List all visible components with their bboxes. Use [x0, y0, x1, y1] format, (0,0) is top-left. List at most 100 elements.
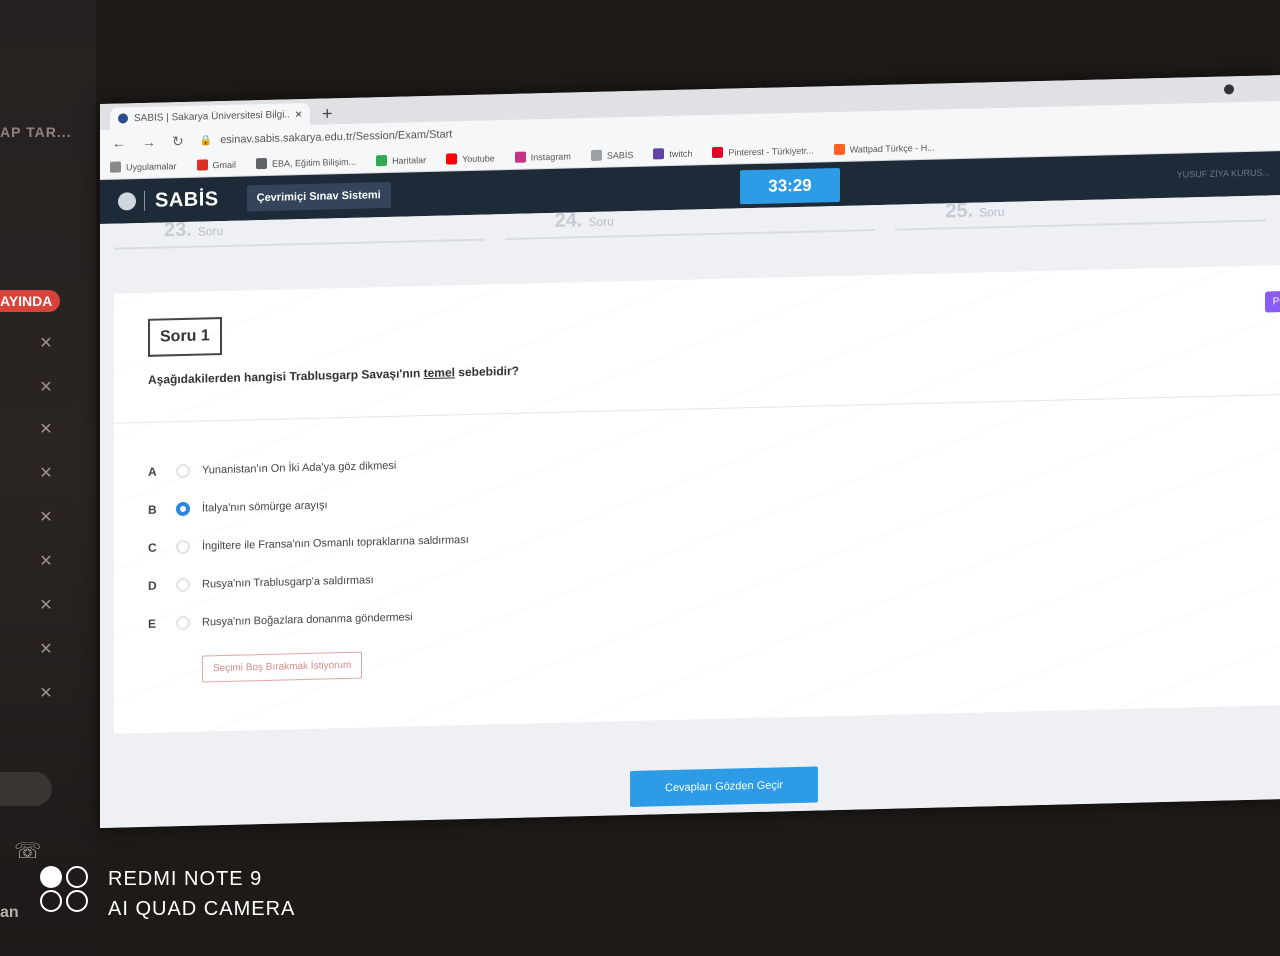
sidebar-title: AP TAR...	[0, 124, 72, 140]
bookmark-icon	[196, 159, 208, 171]
lock-icon: 🔒	[199, 134, 213, 147]
bookmark-icon	[446, 153, 458, 165]
points-badge: Puan	[1264, 290, 1280, 313]
bookmark-item[interactable]: Wattpad Türkçe - H...	[833, 142, 935, 156]
bookmark-item[interactable]: Haritalar	[376, 154, 427, 167]
question-card: Soru 1 Puan Aşağıdakilerden hangisi Trab…	[114, 264, 1280, 734]
mic-off-icon: ✕	[39, 509, 53, 526]
radio-button-selected[interactable]	[176, 501, 190, 517]
bookmark-icon	[110, 161, 121, 173]
forward-icon[interactable]: →	[142, 134, 156, 150]
bookmark-label: Gmail	[212, 159, 237, 170]
radio-button[interactable]	[176, 463, 190, 479]
option-letter: A	[148, 464, 157, 479]
bookmark-item[interactable]: SABİS	[590, 149, 634, 162]
bookmark-icon	[590, 149, 602, 162]
new-tab-icon[interactable]: +	[322, 102, 333, 124]
question-number: 23.	[164, 218, 192, 242]
bookmark-label: SABİS	[606, 149, 634, 161]
question-label: Soru 1	[148, 317, 222, 357]
question-nav-label: Soru	[197, 223, 224, 239]
bookmark-item[interactable]: Pinterest - Türkiyetr...	[712, 145, 814, 159]
logo-divider	[144, 190, 145, 211]
question-text-part: sebebidir?	[454, 363, 519, 380]
camera-watermark-text: REDMI NOTE 9 AI QUAD CAMERA	[108, 864, 295, 924]
bookmark-item[interactable]: Instagram	[514, 150, 571, 163]
question-text: Aşağıdakilerden hangisi Trablusgarp Sava…	[148, 364, 519, 387]
sabis-logo-icon	[118, 192, 136, 211]
bookmark-label: Uygulamalar	[126, 160, 177, 172]
bookmark-item[interactable]: Gmail	[196, 159, 237, 171]
bookmark-label: twitch	[669, 148, 693, 159]
live-badge: AYINDA	[0, 290, 61, 312]
mic-off-icon: ✕	[39, 379, 53, 396]
app-logo: SABİS	[155, 187, 219, 212]
bookmark-label: EBA, Eğitim Bilişim...	[272, 156, 357, 169]
question-number: 24.	[554, 209, 583, 232]
question-text-part: Aşağıdakilerden hangisi Trablusgarp Sava…	[148, 366, 424, 387]
close-tab-icon[interactable]: ×	[295, 107, 302, 121]
bookmark-icon	[256, 157, 268, 170]
radio-button[interactable]	[176, 577, 190, 593]
bookmark-icon	[514, 151, 526, 163]
option-text[interactable]: Rusya'nın Boğazlara donanma göndermesi	[202, 611, 413, 628]
bookmark-item[interactable]: Youtube	[446, 152, 495, 165]
url-field[interactable]: esinav.sabis.sakarya.edu.tr/Session/Exam…	[220, 128, 452, 146]
call-end-icon[interactable]: ☏	[14, 838, 42, 864]
camera-model: REDMI NOTE 9	[108, 868, 263, 890]
question-nav-item[interactable]: 23. Soru	[114, 214, 485, 250]
option-letter: D	[148, 578, 157, 593]
bookmark-icon	[712, 146, 724, 159]
mic-off-icon: ✕	[39, 597, 53, 614]
browser-window: SABİS | Sakarya Üniversitesi Bilgi... × …	[100, 75, 1280, 828]
bookmark-item[interactable]: twitch	[653, 148, 692, 160]
bookmark-label: Wattpad Türkçe - H...	[849, 142, 935, 155]
option-letter: B	[148, 502, 157, 517]
option-text[interactable]: İngiltere ile Fransa'nın Osmanlı toprakl…	[202, 534, 469, 553]
system-name-button[interactable]: Çevrimiçi Sınav Sistemi	[246, 181, 391, 212]
question-number: 25.	[945, 199, 974, 223]
mic-off-icon: ✕	[39, 553, 53, 570]
mic-off-icon: ✕	[39, 641, 53, 658]
bookmark-icon	[833, 143, 845, 156]
option-text[interactable]: Rusya'nın Trablusgarp'a saldırması	[202, 574, 374, 590]
video-call-sidebar: AP TAR... AYINDA ✕ ✕ ✕ ✕ ✕ ✕ ✕ ✕ ✕ ☏ an	[0, 0, 96, 956]
reload-icon[interactable]: ↻	[172, 132, 184, 149]
tab-favicon-icon	[118, 113, 128, 124]
mic-off-icon: ✕	[39, 421, 53, 438]
user-name[interactable]: YUSUF ZİYA KURUS...	[1177, 167, 1270, 179]
option-letter: E	[148, 616, 157, 631]
radio-button[interactable]	[176, 539, 190, 555]
bookmark-item[interactable]: Uygulamalar	[110, 160, 177, 173]
bookmark-label: Haritalar	[392, 154, 427, 166]
question-nav-item[interactable]: 24. Soru	[504, 205, 876, 241]
question-nav-item[interactable]: 25. Soru	[895, 195, 1267, 231]
bookmark-label: Instagram	[530, 150, 571, 162]
mic-off-icon: ✕	[39, 335, 53, 352]
question-text-emphasis: temel	[423, 365, 455, 381]
bookmark-label: Pinterest - Türkiyetr...	[728, 145, 814, 158]
sidebar-bottom-text: an	[0, 904, 19, 921]
bookmark-label: Youtube	[462, 152, 495, 164]
radio-button[interactable]	[176, 615, 190, 631]
camera-watermark-icon	[40, 866, 92, 916]
mic-off-icon: ✕	[39, 685, 53, 702]
exam-timer: 33:29	[740, 167, 840, 205]
answer-options: A Yunanistan'ın On İki Ada'ya göz dikmes…	[114, 395, 1280, 685]
question-nav-label: Soru	[979, 204, 1005, 220]
sidebar-pill-button[interactable]	[0, 772, 52, 806]
bookmark-icon	[376, 154, 388, 167]
question-nav-label: Soru	[588, 214, 614, 230]
profile-icon[interactable]	[1224, 84, 1234, 95]
bookmark-icon	[653, 148, 665, 160]
option-text[interactable]: Yunanistan'ın On İki Ada'ya göz dikmesi	[202, 460, 396, 477]
review-answers-button[interactable]: Cevapları Gözden Geçir	[630, 766, 818, 808]
option-text[interactable]: İtalya'nın sömürge arayışı	[202, 499, 328, 514]
camera-label: AI QUAD CAMERA	[108, 898, 296, 920]
option-letter: C	[148, 540, 157, 555]
bookmark-item[interactable]: EBA, Eğitim Bilişim...	[256, 156, 357, 170]
mic-off-icon: ✕	[39, 465, 53, 482]
back-icon[interactable]: ←	[112, 134, 126, 150]
tab-title: SABİS | Sakarya Üniversitesi Bilgi...	[134, 108, 289, 124]
clear-selection-button[interactable]: Seçimi Boş Bırakmak İstiyorum	[202, 651, 363, 683]
